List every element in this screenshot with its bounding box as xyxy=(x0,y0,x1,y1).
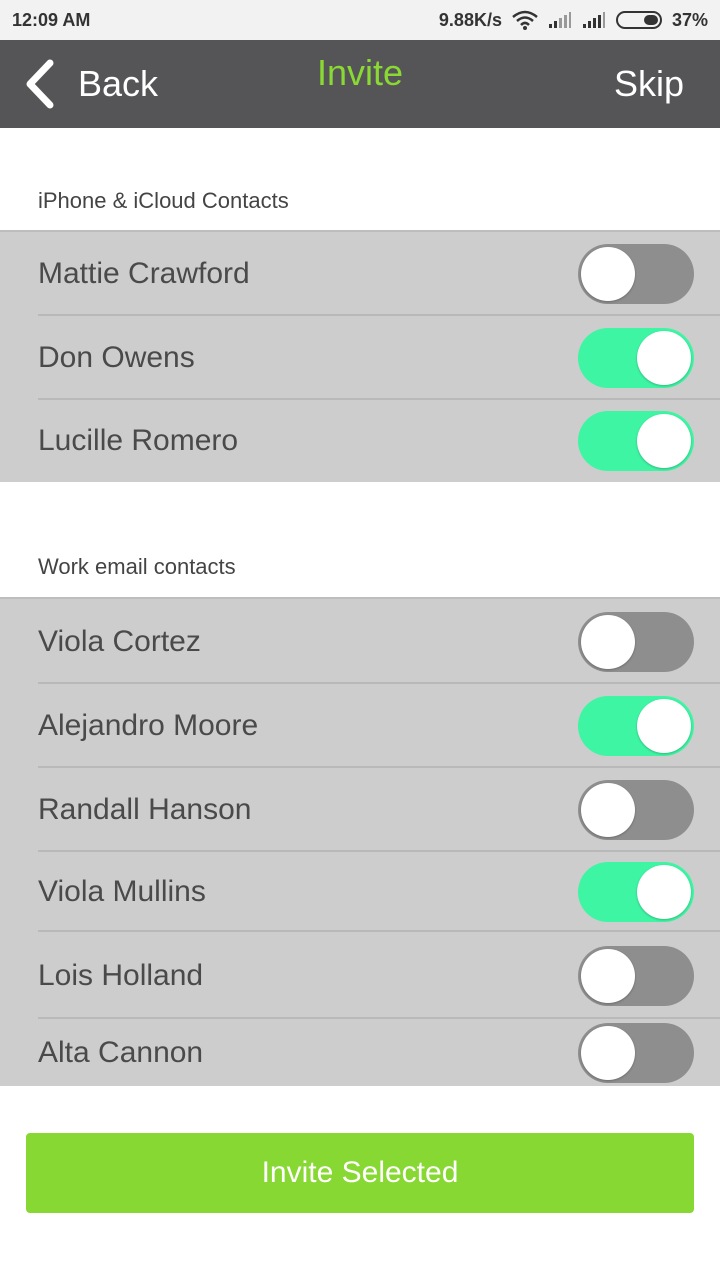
contact-name: Alejandro Moore xyxy=(38,709,259,742)
skip-button[interactable]: Skip xyxy=(614,40,684,128)
contact-row: Lois Holland xyxy=(0,932,720,1019)
contact-name: Don Owens xyxy=(38,341,195,374)
toggle-knob xyxy=(581,247,635,301)
contact-row: Randall Hanson xyxy=(0,768,720,852)
status-time: 12:09 AM xyxy=(12,9,91,30)
status-indicators: 9.88K/s 37% xyxy=(439,10,708,31)
wifi-icon xyxy=(512,10,538,30)
signal-icon xyxy=(548,11,572,29)
contact-name: Lucille Romero xyxy=(38,424,239,457)
network-speed: 9.88K/s xyxy=(438,9,502,30)
contact-name: Viola Mullins xyxy=(38,875,206,908)
invite-toggle[interactable] xyxy=(578,945,694,1006)
contact-name: Viola Cortez xyxy=(38,624,201,658)
contact-name: Randall Hanson xyxy=(38,793,252,826)
toggle-knob xyxy=(581,1025,635,1080)
toggle-knob xyxy=(581,948,635,1003)
toggle-knob xyxy=(581,783,635,837)
contact-name: Alta Cannon xyxy=(38,1035,204,1069)
invite-toggle[interactable] xyxy=(578,780,694,840)
nav-bar: Back Invite Skip xyxy=(0,40,720,128)
invite-toggle[interactable] xyxy=(578,1022,694,1083)
contact-row: Lucille Romero xyxy=(0,400,720,482)
invite-toggle[interactable] xyxy=(578,611,694,672)
contact-row: Viola Mullins xyxy=(0,852,720,932)
section-header-icloud: iPhone & iCloud Contacts xyxy=(38,188,289,213)
toggle-knob xyxy=(637,414,691,468)
battery-percent: 37% xyxy=(671,9,708,30)
contact-name: Mattie Crawford xyxy=(38,257,250,290)
page-title: Invite xyxy=(316,52,404,93)
invite-selected-button[interactable]: Invite Selected xyxy=(26,1133,694,1213)
contact-group-work: Viola Cortez Alejandro Moore Randall Han… xyxy=(0,597,720,1086)
invite-toggle[interactable] xyxy=(578,411,694,471)
battery-icon xyxy=(615,11,662,29)
contact-row: Don Owens xyxy=(0,316,720,400)
contact-group-icloud: Mattie Crawford Don Owens Lucille Romero xyxy=(0,230,720,482)
invite-toggle[interactable] xyxy=(578,244,694,304)
signal-icon xyxy=(582,11,606,29)
contact-row: Alta Cannon xyxy=(0,1019,720,1086)
contact-row: Viola Cortez xyxy=(0,599,720,684)
status-bar: 12:09 AM 9.88K/s 37% xyxy=(0,0,720,40)
toggle-knob xyxy=(581,614,635,669)
contact-name: Lois Holland xyxy=(38,958,204,992)
invite-toggle[interactable] xyxy=(578,696,694,756)
toggle-knob xyxy=(637,865,691,919)
toggle-knob xyxy=(637,699,691,753)
contact-row: Mattie Crawford xyxy=(0,232,720,316)
toggle-knob xyxy=(637,331,691,385)
invite-toggle[interactable] xyxy=(578,862,694,922)
section-header-work: Work email contacts xyxy=(38,554,236,579)
invite-toggle[interactable] xyxy=(578,328,694,388)
contact-row: Alejandro Moore xyxy=(0,684,720,768)
